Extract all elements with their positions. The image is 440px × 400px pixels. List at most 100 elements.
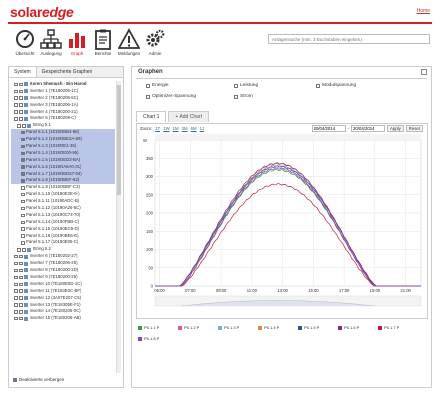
tree-item-checkbox[interactable] (19, 96, 23, 100)
tree-item-checkbox[interactable] (19, 296, 23, 300)
optimizer-voltage-checkbox[interactable] (146, 94, 150, 99)
tree-item[interactable]: Panel 5.1.12 (10190A26-5C) (11, 205, 115, 212)
add-chart-button[interactable]: + Add Chart (168, 111, 209, 122)
tree-item[interactable]: Inverter 1 (7E180206-1C) (11, 88, 115, 95)
tree-item[interactable]: Panel 5.1.11 (10190ADC-B) (11, 198, 115, 205)
expand-toggle-icon[interactable] (14, 289, 18, 293)
tree-item-checkbox[interactable] (19, 103, 23, 107)
tree-item-checkbox[interactable] (21, 241, 25, 245)
tree-item[interactable]: Panel 5.1.9 (1019OBBF-C3) (11, 184, 115, 191)
option-module-voltage[interactable]: Modulspannung (316, 83, 356, 88)
zoom-6m[interactable]: 6M (191, 126, 197, 131)
legend-item[interactable]: P5.1.3 P (218, 325, 239, 330)
legend-item[interactable]: P5.1.5 P (298, 325, 319, 330)
legend-item[interactable]: P5.1.7 P (378, 325, 399, 330)
zoom-1w[interactable]: 1W (163, 126, 169, 131)
hide-deactivated-checkbox[interactable] (13, 377, 17, 382)
tree-item[interactable]: Panel 5.1.17 (10190E05-C) (11, 239, 115, 246)
tree-item[interactable]: Panel 5.1.8 (1019OBEF-62) (11, 177, 115, 185)
tree-item[interactable]: Inverter 2 (7E180205-5C) (11, 95, 115, 102)
energy-checkbox[interactable] (146, 83, 150, 88)
tree-item-checkbox[interactable] (19, 89, 23, 94)
tree-scrollbar-thumb[interactable] (117, 85, 121, 195)
zoom-1t[interactable]: 1T (155, 126, 160, 131)
tree-item[interactable]: Panel 5.1.16 (10190BE6-E) (11, 233, 115, 240)
nav-layout[interactable]: Auslegung (38, 28, 64, 56)
hide-deactivated-option[interactable]: Deaktivierte verbergen (13, 377, 64, 382)
tab-saved-graphs[interactable]: Gespeicherte Graphen (37, 67, 98, 77)
date-from-input[interactable] (311, 125, 346, 132)
legend-item[interactable]: P5.1.6 P (338, 325, 359, 330)
nav-reports[interactable]: Berichte (90, 28, 116, 56)
tree-item-checkbox[interactable] (21, 213, 25, 218)
tree-item-checkbox[interactable] (21, 165, 25, 169)
tree-item[interactable]: Panel 5.1.14 (10190FBB-C) (11, 219, 115, 226)
expand-toggle-icon[interactable] (14, 110, 18, 114)
expand-toggle-icon[interactable] (14, 303, 18, 307)
tree-item-checkbox[interactable] (19, 268, 23, 273)
tree-item[interactable]: String 5.1 (11, 122, 115, 129)
tree-item[interactable]: Inverter 13 (7E18305E-F1) (11, 302, 115, 309)
reset-button[interactable]: Reset (405, 125, 423, 132)
tree-item[interactable]: Inverter 5 (7E180208-C) (11, 115, 115, 122)
tree-item[interactable]: Koren Shemush - Ein Harod (11, 81, 115, 88)
tree-item-checkbox[interactable] (21, 234, 25, 238)
option-power[interactable]: Leistung (234, 83, 258, 88)
tree-item[interactable]: Panel 5.1.15 (10190EC9-D) (11, 226, 115, 233)
tree-item-checkbox[interactable] (19, 110, 23, 114)
option-optimizer-voltage[interactable]: Optimizer-Spannung (146, 94, 196, 99)
tree-item-checkbox[interactable] (19, 254, 23, 259)
tree-item-checkbox[interactable] (21, 227, 25, 231)
date-to-input[interactable] (351, 125, 386, 132)
nav-alerts[interactable]: Meldungen (116, 28, 142, 56)
expand-toggle-icon[interactable] (14, 117, 18, 121)
tree-item[interactable]: String 5.2 (11, 246, 115, 253)
power-checkbox[interactable] (234, 83, 238, 88)
tree-item[interactable]: Inverter 4 (7E180200-21) (11, 109, 115, 116)
expand-toggle-icon[interactable] (14, 82, 18, 87)
expand-toggle-icon[interactable] (14, 310, 18, 314)
tree-item-checkbox[interactable] (21, 192, 25, 197)
legend-item[interactable]: P5.1.4 P (258, 325, 279, 330)
nav-graph[interactable]: Graph (64, 28, 90, 56)
tree-item[interactable]: Inverter 8 (7E180200-2D) (11, 267, 115, 274)
tree-item[interactable]: Panel 5.1.10 (10190E2E-9-) (11, 191, 115, 198)
tree-item-checkbox[interactable] (21, 186, 25, 190)
tree-item-checkbox[interactable] (19, 289, 23, 293)
expand-toggle-icon[interactable] (17, 248, 21, 252)
tree-item[interactable]: Panel 5.1.3 (1019OE2-35) (11, 143, 115, 150)
tree-item[interactable]: Panel 5.1.13 (10190C74-70) (11, 212, 115, 219)
expand-toggle-icon[interactable] (14, 268, 18, 273)
tree-item-checkbox[interactable] (21, 151, 25, 156)
nav-overview[interactable]: Übersicht (12, 28, 38, 56)
tree-item[interactable]: Panel 5.1.4 (1019OE00-95) (11, 149, 115, 157)
tree-item-checkbox[interactable] (19, 261, 23, 266)
tree-item[interactable]: Inverter 7 (7E180206-25) (11, 260, 115, 267)
tree-item[interactable]: Inverter 14 (7E180206-0C) (11, 308, 115, 315)
legend-item[interactable]: P5.1.1 P (138, 325, 159, 330)
tree-item[interactable]: Inverter 12 (3A07E207-C5) (11, 295, 115, 302)
tab-system[interactable]: System (9, 67, 37, 77)
tree-item[interactable]: Inverter 6 (7E180202-27) (11, 253, 115, 260)
nav-admin[interactable]: Admin (142, 28, 168, 56)
zoom-1m[interactable]: 1M (173, 126, 179, 131)
tree-item[interactable]: Inverter 15 (7E180206-AB) (11, 315, 115, 322)
apply-button[interactable]: Apply (387, 125, 404, 132)
tree-item-checkbox[interactable] (19, 117, 23, 121)
expand-toggle-icon[interactable] (14, 282, 18, 287)
tree-item[interactable]: Inverter 9 (7E180200-25) (11, 274, 115, 281)
tree-item[interactable]: Panel 5.1.5 (1019OED3-BA) (11, 156, 115, 164)
option-current[interactable]: Strom (234, 94, 253, 99)
tree-item[interactable]: Inverter 3 (7E180206-1A) (11, 102, 115, 109)
zoom-3m[interactable]: 3M (182, 126, 188, 131)
tree-item-checkbox[interactable] (21, 172, 25, 176)
expand-toggle-icon[interactable] (14, 96, 18, 100)
legend-item[interactable]: P5.1.8 P (138, 336, 159, 341)
tab-chart-1[interactable]: Chart 1 (136, 111, 167, 122)
tree-item-checkbox[interactable] (21, 220, 25, 224)
current-checkbox[interactable] (234, 94, 238, 99)
expand-toggle-icon[interactable] (14, 275, 18, 280)
tree-item-checkbox[interactable] (22, 124, 26, 128)
tree-item-checkbox[interactable] (21, 144, 25, 149)
expand-toggle-icon[interactable] (14, 103, 18, 107)
